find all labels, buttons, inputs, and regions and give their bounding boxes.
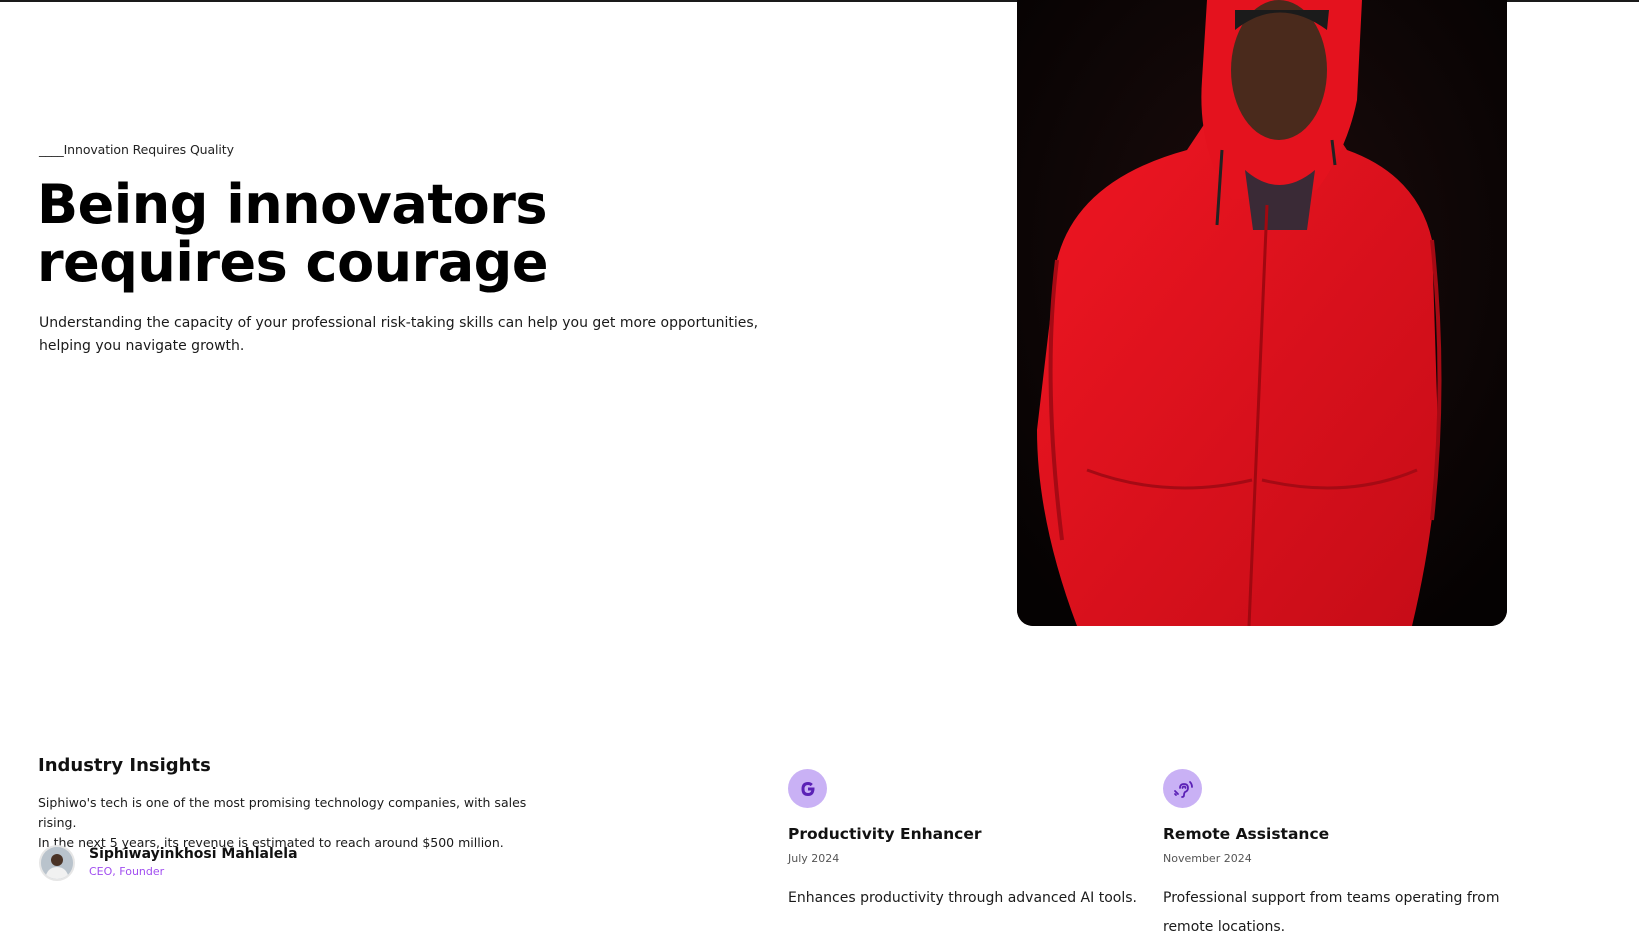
google-g-icon [788, 769, 827, 808]
insights-text-line-1: Siphiwo's tech is one of the most promis… [38, 795, 527, 830]
card-title: Remote Assistance [1163, 825, 1330, 843]
hero-description: Understanding the capacity of your profe… [39, 315, 759, 354]
assistive-listening-icon [1163, 769, 1202, 808]
card-date: November 2024 [1163, 852, 1252, 865]
card-date: July 2024 [788, 852, 840, 865]
author-info: Siphiwayinkhosi Mahlalela CEO, Founder [89, 845, 298, 881]
insights-title: Industry Insights [38, 755, 211, 776]
author-role: CEO, Founder [89, 865, 165, 878]
feature-card-productivity: Productivity Enhancer July 2024 Enhances… [788, 769, 1148, 913]
card-description: Professional support from teams operatin… [1163, 890, 1500, 935]
avatar [39, 845, 75, 881]
hero-photo [1017, 0, 1507, 626]
hero-headline: Being innovators requires courage [37, 173, 548, 294]
eyebrow-label: ____Innovation Requires Quality [39, 142, 234, 157]
card-description: Enhances productivity through advanced A… [788, 890, 1137, 906]
author: Siphiwayinkhosi Mahlalela CEO, Founder [39, 844, 298, 882]
card-title: Productivity Enhancer [788, 825, 982, 843]
author-name: Siphiwayinkhosi Mahlalela [89, 846, 298, 862]
feature-card-remote: Remote Assistance November 2024 Professi… [1163, 769, 1523, 942]
